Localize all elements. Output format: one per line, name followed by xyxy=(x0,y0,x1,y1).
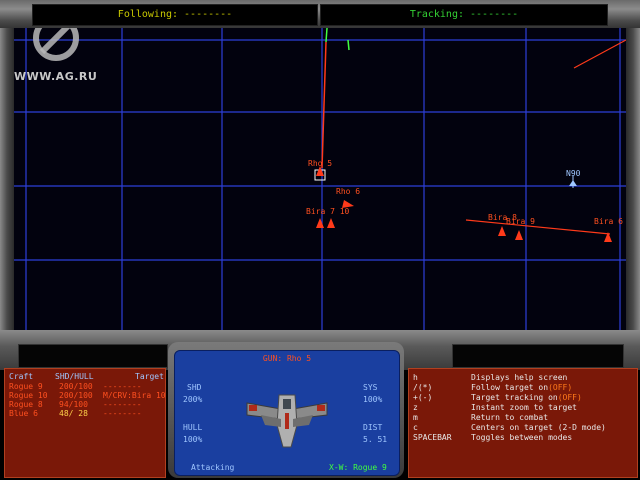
following-slot: Following: -------- xyxy=(32,4,318,26)
dist-label: DIST xyxy=(363,423,383,432)
help-key: z xyxy=(413,403,418,412)
dist-value: 5. 51 xyxy=(363,435,388,444)
bira6-label: Bira 6 xyxy=(594,217,623,226)
sys-value: 100% xyxy=(363,395,383,404)
help-key: c xyxy=(413,423,418,432)
hull-value: 100% xyxy=(183,435,203,444)
rho6-craft[interactable]: Rho 6 xyxy=(336,187,360,208)
craft-status-panel: Craft SHD/HULL Target Rogue 9 200/100 --… xyxy=(4,368,166,478)
left-frame-rail xyxy=(0,28,14,346)
help-desc: Return to combat xyxy=(471,413,549,422)
shd-hull-header: SHD/HULL xyxy=(55,372,94,381)
selected-craft-label: X-W: Rogue 9 xyxy=(329,463,387,472)
craft-header: Craft xyxy=(9,372,34,381)
watermark-text: WWW.AG.RU xyxy=(14,70,98,83)
bira-trail xyxy=(465,219,611,235)
bira-7-10-craft[interactable]: Bira 7 10 xyxy=(306,207,350,228)
help-panel: h Displays help screen /(*) Follow targe… xyxy=(408,368,638,478)
n90-label: N90 xyxy=(566,169,581,178)
help-desc: Instant zoom to target xyxy=(471,403,577,412)
help-desc: Target tracking on(OFF) xyxy=(471,393,582,402)
help-desc: Follow target on(OFF) xyxy=(471,383,573,392)
help-desc: Displays help screen xyxy=(471,373,568,382)
tracking-slot: Tracking: -------- xyxy=(320,4,608,26)
n90-craft[interactable]: N90 xyxy=(566,169,581,188)
shd-label: SHD xyxy=(187,383,202,392)
help-key: SPACEBAR xyxy=(413,433,452,442)
top-bar: Following: -------- Tracking: -------- xyxy=(0,0,640,30)
shd-value: 200% xyxy=(183,395,203,404)
help-key: +(-) xyxy=(413,393,433,402)
right-slot xyxy=(452,344,624,368)
left-slot xyxy=(18,344,168,368)
sys-label: SYS xyxy=(363,383,378,392)
map-grid: Rho 5 Rho 6 Bira 7 10 Bira 8 Bira 9 Bira… xyxy=(14,28,626,330)
incoming-trail xyxy=(573,39,626,69)
target-display: GUN: Rho 5 SHD 200% HULL 100% SYS 100% D… xyxy=(174,350,400,476)
gun-target-label: GUN: Rho 5 xyxy=(262,354,312,363)
watermark-logo-icon xyxy=(30,28,82,64)
following-label: Following: -------- xyxy=(117,9,233,20)
bira6-craft[interactable]: Bira 6 xyxy=(594,217,623,242)
rho5-trail-green xyxy=(325,28,328,43)
right-frame-rail xyxy=(626,28,640,346)
tracking-label: Tracking: -------- xyxy=(409,9,519,20)
hull-label: HULL xyxy=(183,423,203,432)
help-key: h xyxy=(413,373,418,382)
grid-lines xyxy=(14,28,626,330)
target-ship-icon xyxy=(239,385,335,451)
rho5-label: Rho 5 xyxy=(308,159,332,168)
bira9-craft[interactable]: Bira 9 xyxy=(506,217,535,240)
help-key: m xyxy=(413,413,418,422)
tactical-map[interactable]: Rho 5 Rho 6 Bira 7 10 Bira 8 Bira 9 Bira… xyxy=(14,28,626,330)
target-header: Target xyxy=(135,372,164,381)
rho5-craft[interactable]: Rho 5 xyxy=(308,159,332,181)
help-key: /(*) xyxy=(413,383,433,392)
rho6-label: Rho 6 xyxy=(336,187,360,196)
bira9-label: Bira 9 xyxy=(506,217,535,226)
status-label: Attacking xyxy=(191,463,235,472)
help-desc: Toggles between modes xyxy=(471,433,573,442)
help-desc: Centers on target (2-D mode) xyxy=(471,423,606,432)
bira-7-10-label: Bira 7 10 xyxy=(306,207,350,216)
green-marker xyxy=(347,39,350,51)
